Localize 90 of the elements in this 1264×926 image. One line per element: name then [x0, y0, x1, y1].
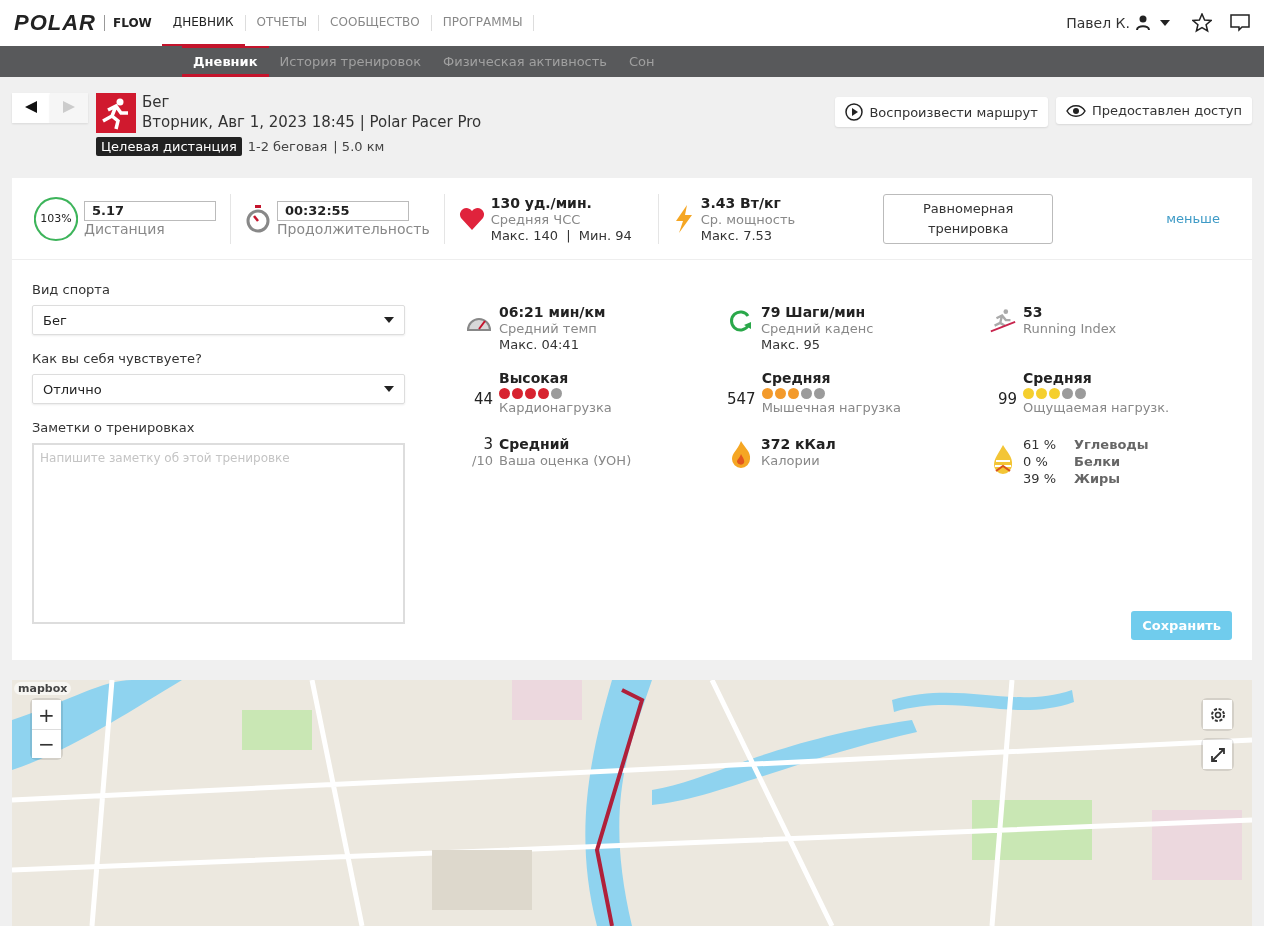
nav-tab[interactable]: ОТЧЕТЫ [245, 0, 319, 47]
metric-label: Running Index [1023, 321, 1117, 337]
eye-icon [1065, 103, 1086, 118]
fuel-percent: 39 % [1023, 470, 1057, 487]
metric-value: Средний [499, 436, 571, 453]
duration-field[interactable]: 00:32:55 [277, 200, 409, 221]
load-score: 99 [996, 390, 1017, 408]
fuel-label: Белки [1074, 453, 1122, 470]
load-level: Средняя [761, 370, 832, 387]
heart-icon [458, 206, 485, 231]
metric-value: 79 Шаги/мин [761, 304, 867, 321]
notes-field[interactable]: Напишите заметку об этой тренировке [32, 443, 405, 624]
load-score: 547 [727, 390, 756, 408]
fuel-label: Жиры [1074, 470, 1122, 487]
zoom-out-button[interactable]: − [32, 729, 61, 758]
fuel-percent: 61 % [1023, 436, 1057, 453]
replay-route-button[interactable]: Воспроизвести маршрут [835, 97, 1048, 127]
circular-arrow-icon [728, 308, 754, 334]
rating-dot [800, 388, 812, 399]
feeling-select[interactable]: Отлично [32, 374, 405, 404]
user-name[interactable]: Павел К. [1066, 15, 1130, 31]
mapbox-logo: mapbox [14, 682, 72, 695]
expand-icon [1209, 746, 1226, 763]
target-badge: Целевая дистанция [96, 137, 242, 156]
field-label: Заметки о тренировках [32, 420, 196, 435]
power-max: Макс. 7.53 [700, 227, 774, 243]
metric-value: 372 кКал [761, 436, 836, 453]
caret-icon[interactable] [1160, 20, 1170, 26]
fullscreen-button[interactable] [1203, 740, 1232, 769]
product-name: FLOW [104, 15, 162, 31]
metric-label: Калории [761, 453, 821, 469]
distance-field[interactable]: 5.17 [84, 200, 216, 221]
field-label: Как вы себя чувствуете? [32, 351, 203, 366]
metric-max: Макс. 95 [761, 337, 821, 352]
field-label: Дистанция [84, 220, 166, 237]
metric-value: 06:21 мин/км [499, 304, 606, 321]
heart-rate-value: 130 уд./мин. [490, 194, 593, 212]
rating-dot [551, 388, 562, 399]
metric-label: Ощущаемая нагрузк. [1023, 400, 1170, 416]
load-level: Высокая [499, 370, 570, 387]
sub-nav-tab[interactable]: Дневник [182, 46, 269, 77]
heart-rate-range: Макс. 140 | Мин. 94 [490, 227, 632, 243]
metric-label: Ваша оценка (УОН) [499, 453, 632, 469]
metric-max: Макс. 04:41 [499, 337, 580, 352]
metric-label: Кардионагрузка [499, 400, 612, 416]
rpe-score: 3 [483, 436, 493, 453]
previous-button[interactable] [12, 93, 50, 123]
sport-title: Бег [142, 93, 171, 111]
power-value: 3.43 Вт/кг [700, 194, 782, 212]
percent-text: 103% [40, 212, 72, 225]
field-label: Вид спорта [32, 282, 111, 297]
session-date: Вторник, Авг 1, 2023 18:45 | Polar Pacer Pro [142, 113, 482, 131]
load-level: Средняя [1023, 370, 1093, 387]
field-label: Продолжительность [277, 220, 430, 237]
metric-value: 53 [1023, 304, 1044, 321]
runner-icon [989, 308, 1017, 334]
fuel-label: Углеводы [1074, 436, 1149, 453]
metric-label: Мышечная нагрузка [761, 400, 902, 416]
settings-button[interactable] [1203, 700, 1232, 729]
share-button[interactable]: Предоставлен доступ [1055, 97, 1252, 124]
heart-rate-label: Средняя ЧСС [490, 211, 582, 228]
load-score: 44 [472, 390, 493, 408]
rating-dot [813, 388, 825, 399]
rpe-scale: /10 [472, 453, 493, 469]
training-type-button[interactable]: Равномерная тренировка [883, 193, 1054, 244]
target-distance: | 5.0 км [333, 139, 385, 154]
nav-tab[interactable]: ПРОГРАММЫ [431, 0, 534, 47]
metric-label: Средний каденс [761, 321, 874, 337]
fuel-percent: 0 % [1023, 453, 1049, 470]
metric-label: Средний темп [499, 321, 598, 337]
running-icon [96, 93, 136, 133]
target-name: 1-2 беговая [247, 139, 328, 154]
rating-dot [1062, 388, 1073, 399]
stopwatch-icon [245, 204, 271, 233]
nav-tab[interactable]: СООБЩЕСТВО [319, 0, 431, 47]
star-icon[interactable] [1192, 13, 1212, 33]
settings-icon [1208, 705, 1227, 724]
caret-icon [384, 317, 394, 323]
chat-icon[interactable] [1230, 14, 1250, 32]
right-triangle-icon [63, 101, 75, 113]
user-icon[interactable] [1136, 15, 1150, 31]
left-triangle-icon [25, 101, 37, 113]
fuel-drop-icon [992, 444, 1014, 474]
play-icon [845, 103, 864, 121]
sport-select[interactable]: Бег [32, 305, 405, 335]
power-label: Ср. мощность [700, 211, 796, 228]
flame-icon [730, 440, 752, 468]
polar-logo: POLAR [14, 10, 96, 36]
caret-icon [384, 386, 394, 392]
rating-dot [1075, 388, 1086, 399]
